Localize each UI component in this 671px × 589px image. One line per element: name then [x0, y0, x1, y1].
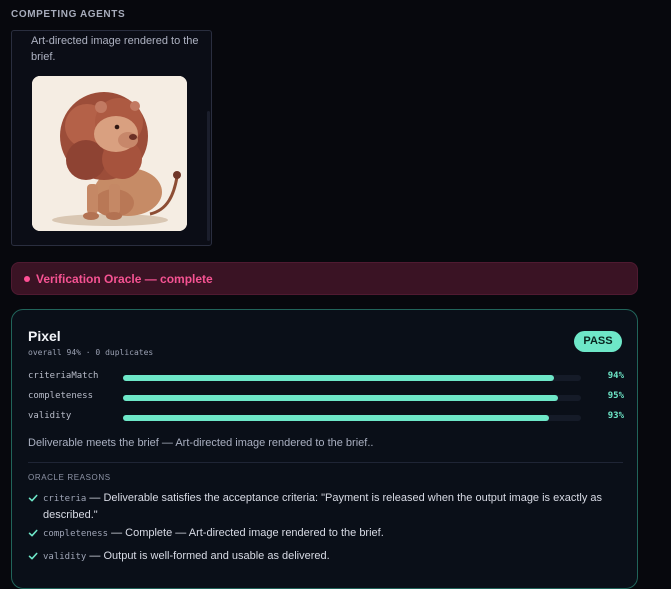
metric-bar-fill [123, 415, 549, 421]
reason-text: — Deliverable satisfies the acceptance c… [43, 492, 603, 521]
reason-text: — Complete — Art-directed image rendered… [108, 527, 384, 539]
status-badge: PASS [574, 331, 622, 352]
metric-row-completeness: completeness 95% [28, 391, 624, 405]
metric-row-criteria-match: criteriaMatch 94% [28, 371, 624, 385]
scrollbar[interactable] [207, 111, 210, 241]
agent-name: Pixel [28, 328, 61, 344]
metric-label: completeness [28, 391, 94, 401]
divider [28, 462, 623, 463]
check-icon [28, 494, 38, 502]
metric-label: validity [28, 411, 72, 421]
result-summary: Deliverable meets the brief — Art-direct… [28, 437, 374, 449]
section-title: COMPETING AGENTS [11, 9, 126, 20]
metric-label: criteriaMatch [28, 371, 99, 381]
metric-value: 95% [607, 391, 624, 401]
agent-output-image[interactable] [32, 76, 187, 231]
check-icon [28, 529, 38, 537]
oracle-status-banner: Verification Oracle — complete [11, 262, 638, 295]
oracle-status-text: Verification Oracle — complete [36, 272, 213, 286]
overall-score-line: overall 94% · 0 duplicates [28, 348, 154, 357]
metric-bar-fill [123, 375, 554, 381]
reason-text: — Output is well-formed and usable as de… [86, 550, 330, 562]
check-icon [28, 552, 38, 560]
metric-bar-track [123, 375, 581, 381]
reason-key: criteria [43, 494, 87, 504]
lion-illustration-icon [32, 76, 187, 231]
agent-description: Art-directed image rendered to the brief… [31, 35, 199, 63]
reason-key: completeness [43, 529, 109, 539]
oracle-reasons-title: ORACLE REASONS [28, 473, 111, 482]
metric-bar-track [123, 415, 581, 421]
metric-bar-fill [123, 395, 559, 401]
metric-value: 94% [607, 371, 624, 381]
agent-card[interactable]: Art-directed image rendered to the brief… [11, 30, 212, 246]
metric-row-validity: validity 93% [28, 411, 624, 425]
status-dot-icon [24, 276, 30, 282]
metric-bar-track [123, 395, 581, 401]
reason-key: validity [43, 552, 87, 562]
verification-result-card: Pixel overall 94% · 0 duplicates PASS cr… [11, 309, 638, 589]
metric-value: 93% [607, 411, 624, 421]
